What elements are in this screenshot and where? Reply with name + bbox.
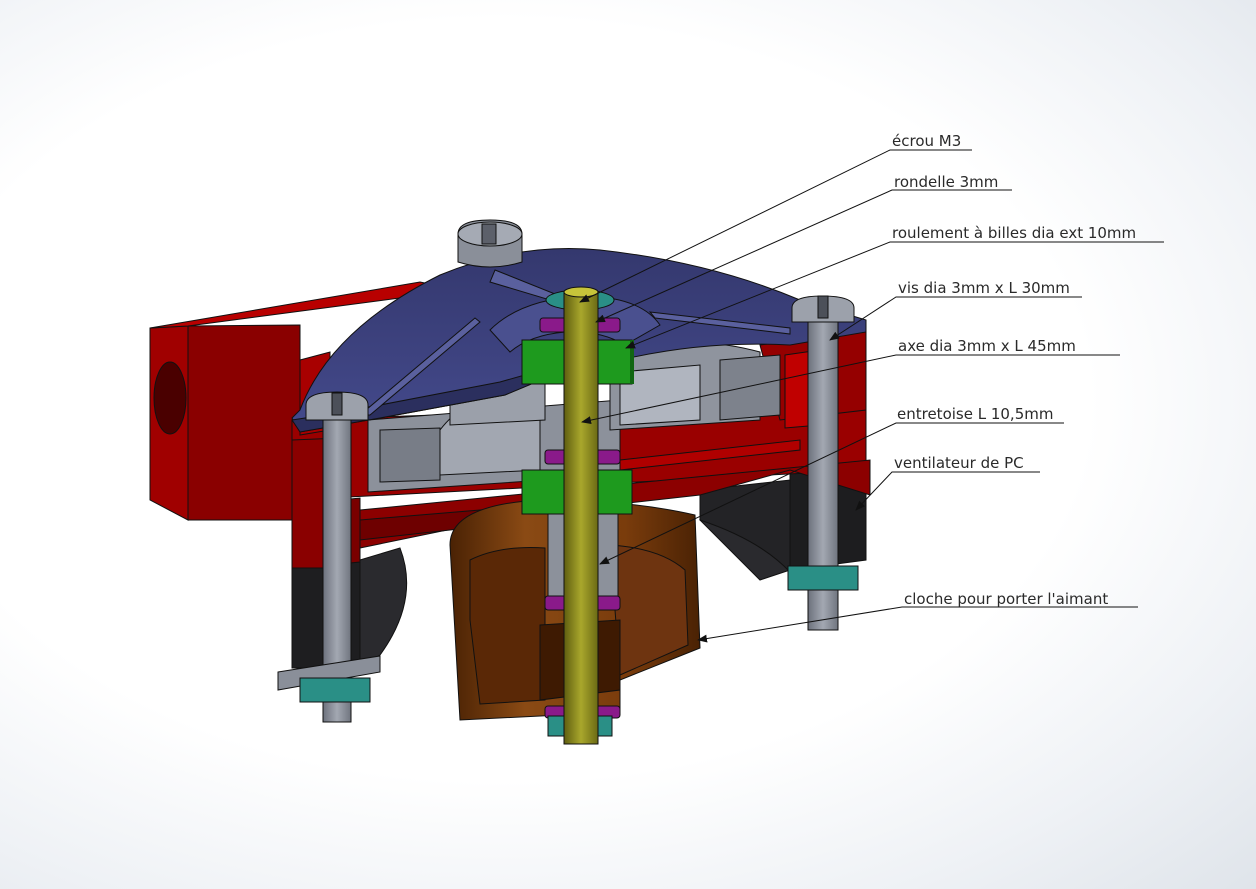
top-nut [457,219,523,268]
leader-vis [829,296,1082,341]
label-ventilateur: ventilateur de PC [894,454,1024,472]
label-ecrou: écrou M3 [892,132,961,150]
shaft [563,286,599,745]
label-roulement: roulement à billes dia ext 10mm [892,224,1136,242]
assembly-drawing: écrou M3 rondelle 3mm roulement à billes… [149,132,1164,745]
leader-cloche [697,606,1138,643]
callout-labels: écrou M3 rondelle 3mm roulement à billes… [892,132,1136,608]
leader-ventilateur [855,471,1040,511]
label-vis: vis dia 3mm x L 30mm [898,279,1070,297]
label-cloche: cloche pour porter l'aimant [904,590,1108,608]
label-axe: axe dia 3mm x L 45mm [898,337,1076,355]
cad-section-view: écrou M3 rondelle 3mm roulement à billes… [0,0,1256,889]
label-entretoise: entretoise L 10,5mm [897,405,1053,423]
arm-hole [153,361,187,435]
label-rondelle: rondelle 3mm [894,173,998,191]
